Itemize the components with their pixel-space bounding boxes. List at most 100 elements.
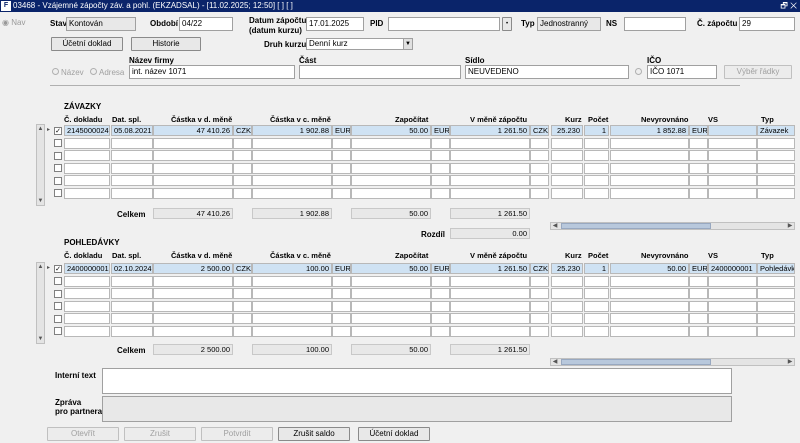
cell-v-mene[interactable] (450, 275, 530, 287)
cell-castka-d[interactable] (153, 313, 233, 324)
cell-castka-c[interactable] (252, 300, 332, 312)
cell-zapocitat[interactable] (351, 313, 431, 324)
cell-mena-n[interactable] (689, 187, 708, 199)
cell-mena-v[interactable] (530, 325, 549, 337)
cell-mena-n[interactable] (689, 137, 708, 149)
cell-doklad[interactable] (64, 137, 110, 149)
cell-doklad[interactable]: 2400000001 (64, 263, 110, 274)
cell-castka-d[interactable] (153, 325, 233, 337)
radio-adresa[interactable] (90, 68, 97, 75)
cell-doklad[interactable] (64, 288, 110, 299)
cell-mena-z[interactable] (431, 187, 450, 199)
cell-zapocitat[interactable] (351, 187, 431, 199)
obdobi-field[interactable]: 04/22 (179, 17, 233, 31)
cell-kurz[interactable] (551, 313, 583, 324)
radio-nazev[interactable] (52, 68, 59, 75)
cell-mena-d[interactable]: CZK (233, 125, 252, 136)
cell-mena-c[interactable] (332, 175, 351, 186)
cell-mena-z[interactable] (431, 137, 450, 149)
zavazky-hscroll[interactable]: ◀ ▶ (550, 222, 795, 230)
cell-vs[interactable] (708, 325, 757, 337)
cell-vs[interactable]: 2400000001 (708, 263, 757, 274)
cell-vs[interactable] (708, 150, 757, 161)
cell-v-mene[interactable] (450, 300, 530, 312)
cell-v-mene[interactable]: 1 261.50 (450, 263, 530, 274)
sidlo-field[interactable]: NEUVEDENO (465, 65, 629, 79)
cell-datspl[interactable] (111, 150, 153, 161)
cast-field[interactable] (299, 65, 461, 79)
cell-kurz[interactable] (551, 150, 583, 161)
cell-mena-v[interactable] (530, 313, 549, 324)
zavazky-vscroll[interactable]: ▲ ▼ (36, 124, 45, 206)
cell-mena-v[interactable] (530, 288, 549, 299)
cell-castka-c[interactable] (252, 325, 332, 337)
cell-datspl[interactable]: 02.10.2024 (111, 263, 153, 274)
cell-nevyrovnano[interactable] (610, 162, 689, 174)
cell-typ[interactable] (757, 313, 795, 324)
window-controls[interactable]: 🗗 ✕ (780, 0, 797, 12)
cell-v-mene[interactable] (450, 288, 530, 299)
pid-field[interactable] (388, 17, 500, 31)
cell-datspl[interactable] (111, 162, 153, 174)
cell-doklad[interactable] (64, 275, 110, 287)
cell-datspl[interactable] (111, 187, 153, 199)
cell-pocet[interactable]: 1 (584, 125, 609, 136)
cell-typ[interactable] (757, 175, 795, 186)
zprava-pro-partnera-field[interactable] (102, 396, 732, 422)
ucetni-doklad-top-button[interactable]: Účetní doklad (51, 37, 123, 51)
cell-doklad[interactable] (64, 162, 110, 174)
row-checkbox[interactable]: ✓ (54, 126, 62, 135)
cell-castka-c[interactable]: 100.00 (252, 263, 332, 274)
cell-datspl[interactable] (111, 275, 153, 287)
stav-field[interactable]: Kontován (66, 17, 136, 31)
cell-zapocitat[interactable] (351, 137, 431, 149)
cell-datspl[interactable] (111, 137, 153, 149)
cell-typ[interactable]: Pohledávka (757, 263, 795, 274)
cell-zapocitat[interactable]: 50.00 (351, 125, 431, 136)
cell-mena-v[interactable] (530, 137, 549, 149)
cell-zapocitat[interactable] (351, 175, 431, 186)
cell-mena-z[interactable] (431, 300, 450, 312)
cell-nevyrovnano[interactable] (610, 187, 689, 199)
scroll-up-icon[interactable]: ▲ (37, 125, 44, 133)
cell-mena-d[interactable] (233, 162, 252, 174)
cell-mena-z[interactable] (431, 150, 450, 161)
scroll-left-icon[interactable]: ◀ (551, 222, 559, 230)
row-indicator[interactable] (45, 276, 52, 287)
cell-v-mene[interactable]: 1 261.50 (450, 125, 530, 136)
cell-typ[interactable] (757, 150, 795, 161)
row-checkbox[interactable] (54, 314, 62, 323)
cell-v-mene[interactable] (450, 187, 530, 199)
cell-datspl[interactable] (111, 288, 153, 299)
cell-nevyrovnano[interactable] (610, 175, 689, 186)
cell-mena-z[interactable] (431, 162, 450, 174)
czapoctu-field[interactable]: 29 (739, 17, 795, 31)
cell-mena-c[interactable] (332, 325, 351, 337)
cell-nevyrovnano[interactable]: 1 852.88 (610, 125, 689, 136)
cell-mena-v[interactable] (530, 300, 549, 312)
cell-mena-d[interactable] (233, 325, 252, 337)
row-checkbox[interactable] (54, 151, 62, 160)
cell-datspl[interactable] (111, 313, 153, 324)
row-checkbox[interactable] (54, 139, 62, 147)
cell-pocet[interactable] (584, 150, 609, 161)
cell-mena-n[interactable] (689, 162, 708, 174)
cell-mena-d[interactable] (233, 175, 252, 186)
cell-mena-v[interactable] (530, 162, 549, 174)
cell-mena-n[interactable] (689, 313, 708, 324)
cell-vs[interactable] (708, 175, 757, 186)
cell-castka-d[interactable]: 2 500.00 (153, 263, 233, 274)
cell-zapocitat[interactable] (351, 325, 431, 337)
scroll-thumb[interactable] (561, 223, 711, 229)
scroll-right-icon[interactable]: ▶ (786, 222, 794, 230)
cell-castka-c[interactable] (252, 150, 332, 161)
cell-castka-c[interactable] (252, 175, 332, 186)
row-indicator[interactable] (45, 301, 52, 312)
cell-v-mene[interactable] (450, 150, 530, 161)
cell-zapocitat[interactable] (351, 150, 431, 161)
cell-doklad[interactable] (64, 300, 110, 312)
row-checkbox[interactable] (54, 164, 62, 172)
cell-doklad[interactable] (64, 187, 110, 199)
scroll-thumb[interactable] (561, 359, 711, 365)
cell-mena-n[interactable]: EUR (689, 263, 708, 274)
